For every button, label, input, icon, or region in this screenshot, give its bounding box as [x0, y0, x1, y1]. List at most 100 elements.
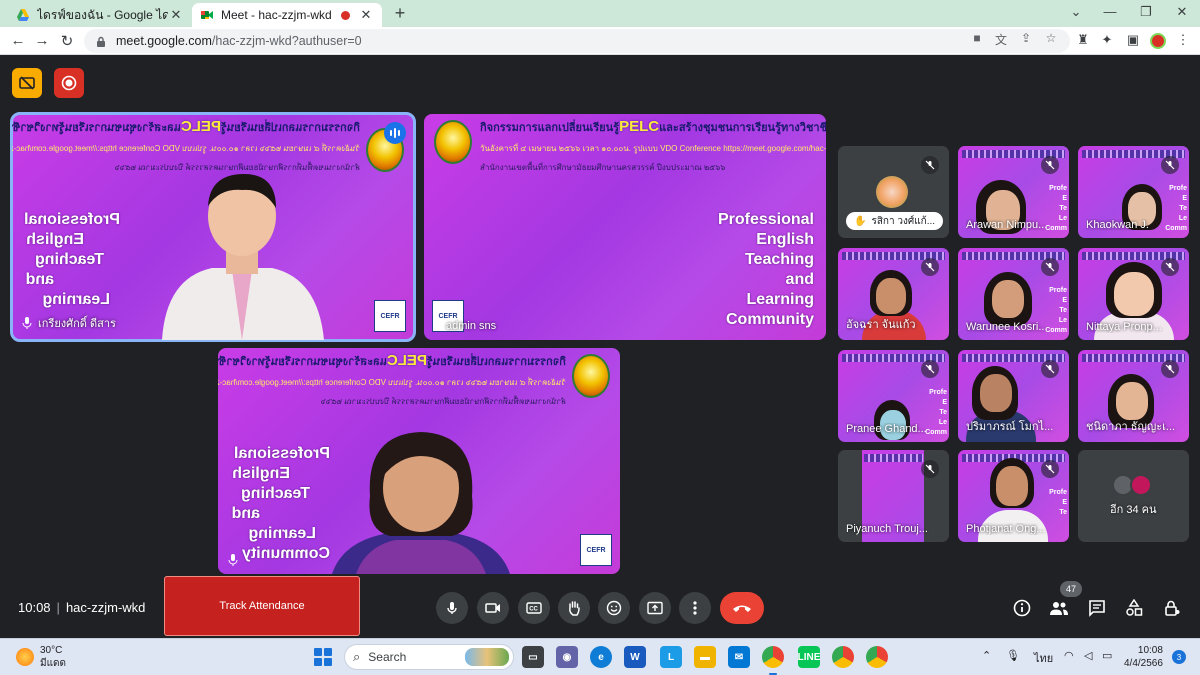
camera-icon — [485, 603, 500, 613]
tab-title: ไดรฟ์ของฉัน - Google ไดรฟ์ — [37, 7, 168, 22]
reactions-button[interactable] — [598, 592, 630, 624]
svg-text:CC: CC — [529, 607, 538, 613]
shapes-icon — [1126, 599, 1143, 616]
recording-indicator-icon — [341, 10, 350, 20]
language-indicator[interactable]: ไทย — [1034, 649, 1053, 667]
tab-meet[interactable]: Meet - hac-zzjm-wkd ✕ — [192, 3, 382, 27]
volume-icon[interactable]: ◁ — [1084, 649, 1092, 662]
close-icon[interactable]: ✕ — [358, 7, 374, 23]
side-panel-icon[interactable]: ▣ — [1124, 32, 1142, 48]
edge-browser-icon[interactable]: e — [590, 646, 612, 668]
presenter-tile-2[interactable]: กิจกรรมการแลกเปลี่ยนเรียนรู้PELCและสร้าง… — [424, 114, 826, 340]
teams-chat-icon[interactable]: ◉ — [556, 646, 578, 668]
emoji-icon — [606, 600, 622, 616]
participant-count-badge: 47 — [1060, 581, 1082, 597]
taskbar-search[interactable]: ⌕ Search — [344, 644, 514, 670]
tab-google-drive[interactable]: ไดรฟ์ของฉัน - Google ไดรฟ์ ✕ — [8, 3, 192, 27]
notification-badge[interactable]: 3 — [1172, 650, 1186, 664]
browser-tab-strip: ไดรฟ์ของฉัน - Google ไดรฟ์ ✕ Meet - hac-… — [0, 0, 1200, 27]
start-windows-icon[interactable] — [314, 648, 332, 666]
address-bar[interactable]: meet.google.com/hac-zzjm-wkd?authuser=0 — [84, 29, 1070, 53]
host-controls-lock-button[interactable] — [1160, 596, 1184, 620]
back-arrow-icon[interactable]: ← — [8, 32, 28, 49]
browser-menu-icon[interactable]: ⋮ — [1174, 32, 1192, 48]
more-participants-tile[interactable]: อีก 34 คน — [1078, 450, 1189, 542]
weather-widget[interactable]: 30°C มีแดด — [40, 644, 66, 670]
captions-button[interactable]: CC — [518, 592, 550, 624]
extensions-puzzle-icon[interactable]: ✦ — [1098, 32, 1116, 48]
battery-icon[interactable]: ▭ — [1102, 649, 1112, 662]
chrome-profile-icon[interactable] — [832, 646, 854, 668]
meeting-details-button[interactable] — [1010, 596, 1034, 620]
new-tab-icon[interactable]: + — [390, 3, 410, 24]
mail-icon[interactable]: ✉ — [728, 646, 750, 668]
participant-tile[interactable]: ชนิดาภา ธัญญะเ... — [1078, 350, 1189, 442]
participant-tile[interactable]: Profe E Te Photjanat Ong... — [958, 450, 1069, 542]
chrome-profile-icon[interactable] — [866, 646, 888, 668]
minimize-icon[interactable]: — — [1098, 4, 1122, 19]
camera-button[interactable] — [477, 592, 509, 624]
wifi-icon[interactable]: ◠ — [1064, 649, 1074, 662]
host-controls-button[interactable] — [12, 68, 42, 98]
word-icon[interactable]: W — [624, 646, 646, 668]
share-icon[interactable]: ⇪ — [1017, 31, 1035, 45]
windows-taskbar: 30°C มีแดด ⌕ Search ▭ ◉ e W L ▬ ✉ LINE ⌃… — [0, 638, 1200, 675]
more-options-button[interactable] — [679, 592, 711, 624]
close-icon[interactable]: ✕ — [168, 7, 184, 23]
participant-name: Khaokwan J. — [1086, 219, 1149, 231]
task-view-icon[interactable]: ▭ — [522, 646, 544, 668]
avatar — [876, 176, 908, 208]
url-path: /hac-zzjm-wkd?authuser=0 — [211, 34, 362, 48]
mic-off-icon — [1041, 460, 1059, 478]
google-meet-icon — [201, 11, 213, 19]
leave-call-button[interactable] — [720, 592, 764, 624]
participant-tile[interactable]: ปริมาภรณ์ โมกไ... — [958, 350, 1069, 442]
participant-tile[interactable]: Piyanuch Trouj... — [838, 450, 949, 542]
participant-video — [992, 280, 1024, 318]
sun-weather-icon[interactable] — [16, 648, 34, 666]
participant-tile[interactable]: Profe E Te Le Comm Arawan Nimpu... — [958, 146, 1069, 238]
presenter-tile-1[interactable]: กิจกรรมการแลกเปลี่ยนเรียนรู้PELCและสร้าง… — [10, 112, 416, 342]
microphone-button[interactable] — [436, 592, 468, 624]
line-app-icon[interactable]: LINE — [798, 646, 820, 668]
participant-tile[interactable]: Nittaya Pronp... — [1078, 248, 1189, 340]
presenter-tile-3[interactable]: กิจกรรมการแลกเปลี่ยนเรียนรู้PELCและสร้าง… — [218, 348, 620, 574]
slide-thumbnail — [864, 454, 923, 462]
tab-search-chevron-icon[interactable]: ⌄ — [1064, 4, 1088, 20]
camera-permission-icon[interactable]: ■ — [968, 31, 986, 45]
chat-button[interactable] — [1085, 596, 1109, 620]
participant-name: Nittaya Pronp... — [1086, 321, 1162, 333]
system-clock[interactable]: 10:08 4/4/2566 — [1124, 644, 1163, 670]
participant-tile[interactable]: ✋ รสิกา วงศ์แก้... — [838, 146, 949, 238]
extension-icon[interactable]: ♜ — [1074, 32, 1092, 48]
profile-avatar[interactable] — [1150, 33, 1166, 49]
present-screen-button[interactable] — [639, 592, 671, 624]
people-button[interactable] — [1047, 596, 1071, 620]
participant-video — [1114, 272, 1154, 316]
participant-tile[interactable]: Profe E Te Le Comm Pranee Ghand... — [838, 350, 949, 442]
restore-icon[interactable]: ❐ — [1134, 4, 1158, 20]
track-attendance-button[interactable]: Track Attendance — [164, 576, 360, 636]
file-explorer-icon[interactable]: ▬ — [694, 646, 716, 668]
participant-tile[interactable]: Profe E Te Le Comm Khaokwan J. — [1078, 146, 1189, 238]
browser-toolbar: ← → ↻ meet.google.com/hac-zzjm-wkd?authu… — [0, 27, 1200, 55]
chrome-icon[interactable] — [762, 646, 784, 668]
activities-button[interactable] — [1122, 596, 1146, 620]
translate-icon[interactable]: 文 — [992, 31, 1010, 48]
cefr-logo: CEFR — [580, 534, 612, 566]
reload-icon[interactable]: ↻ — [57, 32, 77, 50]
window-close-icon[interactable]: ✕ — [1170, 4, 1194, 20]
participant-video — [162, 174, 324, 340]
chevron-up-icon[interactable]: ⌃ — [982, 649, 991, 662]
app-l-icon[interactable]: L — [660, 646, 682, 668]
participant-tile[interactable]: Profe E Te Le Comm Warunee Kosri... — [958, 248, 1069, 340]
participant-name: Piyanuch Trouj... — [846, 523, 928, 535]
participant-name: Pranee Ghand... — [846, 423, 927, 435]
forward-arrow-icon[interactable]: → — [32, 32, 52, 49]
recording-button[interactable] — [54, 68, 84, 98]
microphone-tray-icon[interactable]: 🎙 — [1006, 649, 1020, 662]
bookmark-star-icon[interactable]: ☆ — [1042, 31, 1060, 45]
participant-tile[interactable]: อัจฉรา จันแก้ว — [838, 248, 949, 340]
raise-hand-button[interactable] — [558, 592, 590, 624]
participant-name: ชนิดาภา ธัญญะเ... — [1086, 421, 1176, 433]
